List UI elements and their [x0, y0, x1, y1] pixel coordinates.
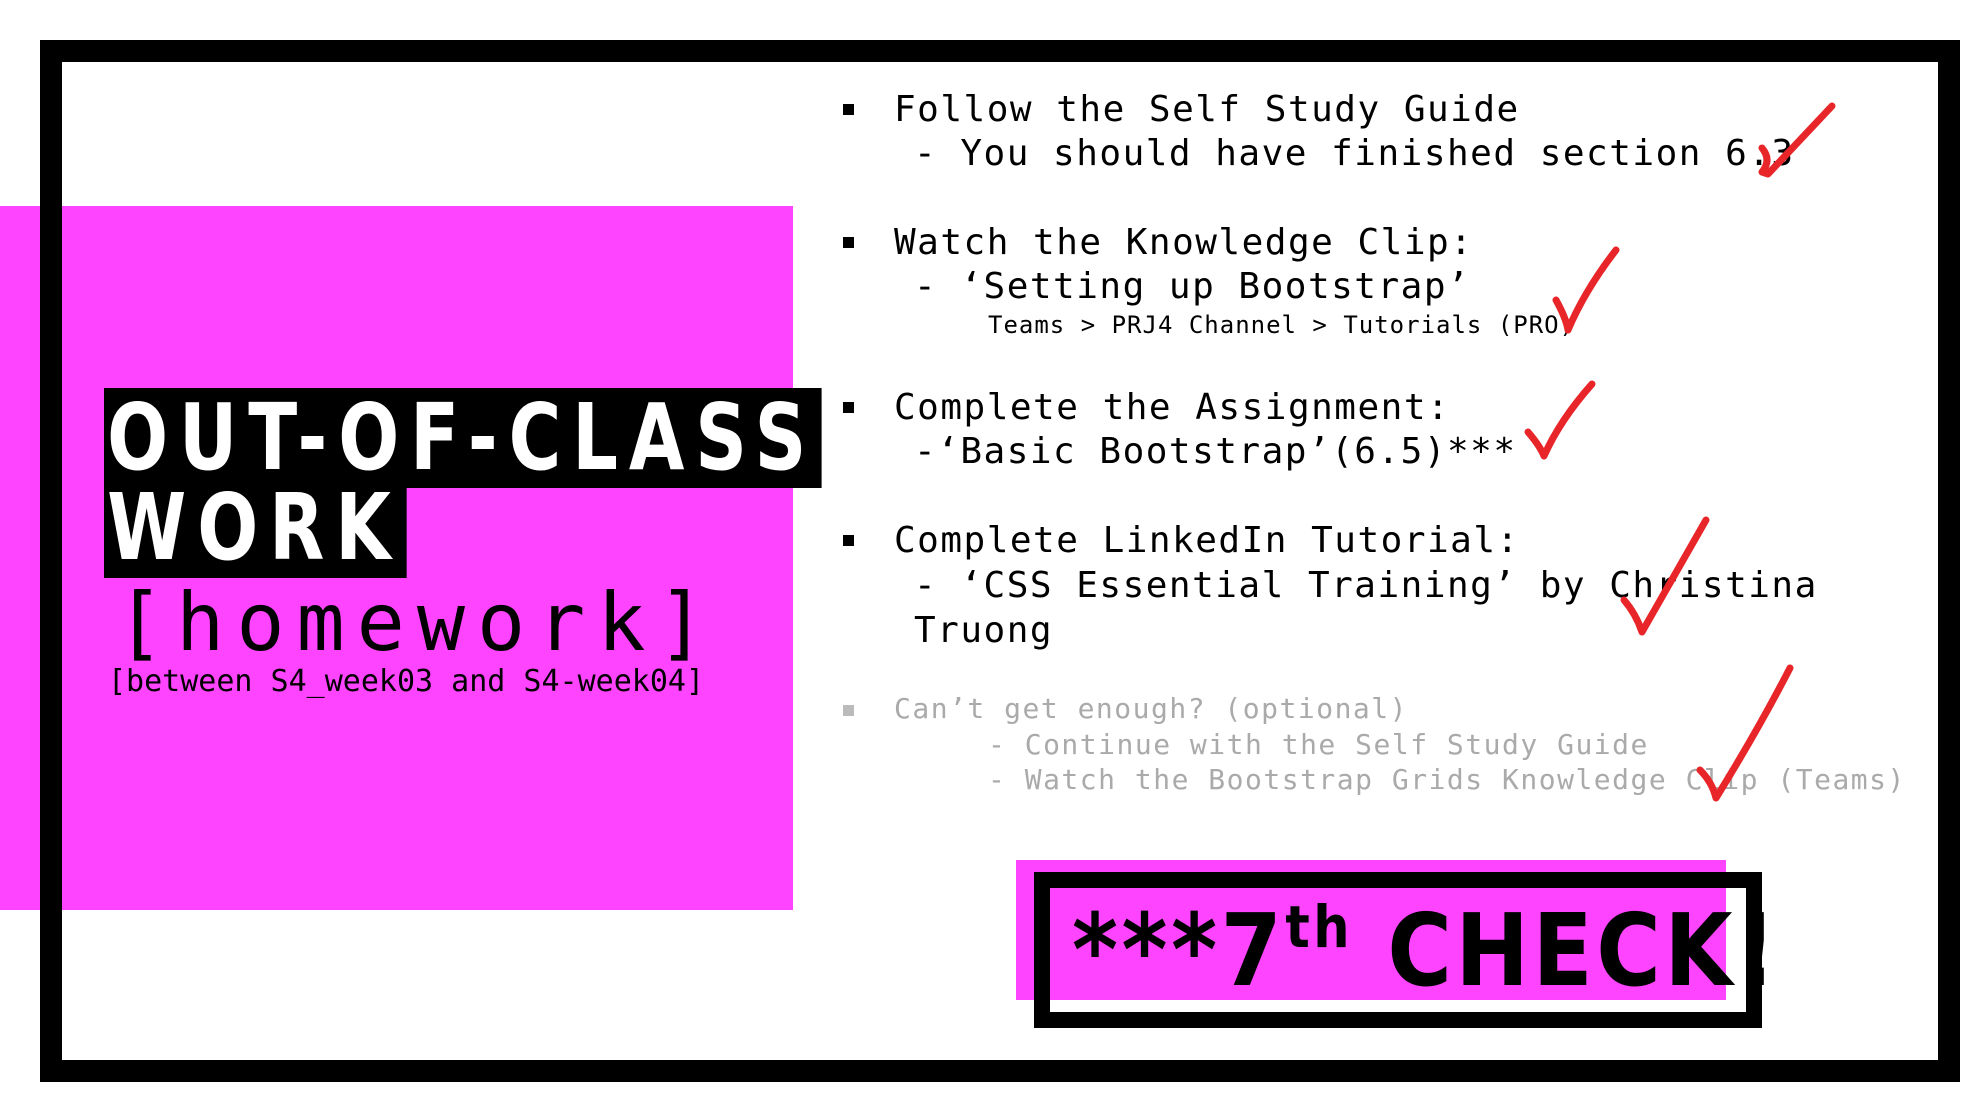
optional-line-1: - Continue with the Self Study Guide: [988, 728, 1649, 761]
badge-prefix: ***7: [1072, 892, 1286, 1009]
item-2-sub: - ‘Setting up Bootstrap’: [914, 266, 1471, 307]
title-line-2: WORK: [104, 478, 407, 578]
seventh-check-badge: ***7th CHECK!: [1072, 896, 1780, 1006]
item-1-sub: - You should have finished section 6.3: [914, 133, 1795, 174]
optional-heading: Can’t get enough? (optional): [894, 692, 1409, 725]
bullet-4: [843, 535, 854, 546]
homework-label: [homework]: [116, 576, 718, 669]
bullet-3: [843, 402, 854, 413]
item-2-heading: Watch the Knowledge Clip:: [894, 222, 1474, 263]
optional-line-2: - Watch the Bootstrap Grids Knowledge Cl…: [988, 763, 1906, 796]
title-line-1: OUT-OF-CLASS: [104, 388, 822, 488]
item-3-sub: -‘Basic Bootstrap’(6.5)***: [914, 431, 1517, 472]
item-2-path: Teams > PRJ4 Channel > Tutorials (PRO): [988, 311, 1576, 339]
bullet-1: [843, 104, 854, 115]
bullet-optional: [843, 705, 854, 716]
badge-suffix: CHECK!: [1353, 892, 1780, 1009]
bullet-2: [843, 237, 854, 248]
badge-sup: th: [1285, 893, 1354, 961]
item-3-heading: Complete the Assignment:: [894, 387, 1451, 428]
item-4-sub: - ‘CSS Essential Training’ by Christina: [914, 565, 1818, 606]
item-4-heading: Complete LinkedIn Tutorial:: [894, 520, 1520, 561]
between-label: [between S4_week03 and S4-week04]: [108, 664, 705, 699]
item-1-heading: Follow the Self Study Guide: [894, 89, 1520, 130]
item-4-sub2: Truong: [914, 610, 1054, 651]
